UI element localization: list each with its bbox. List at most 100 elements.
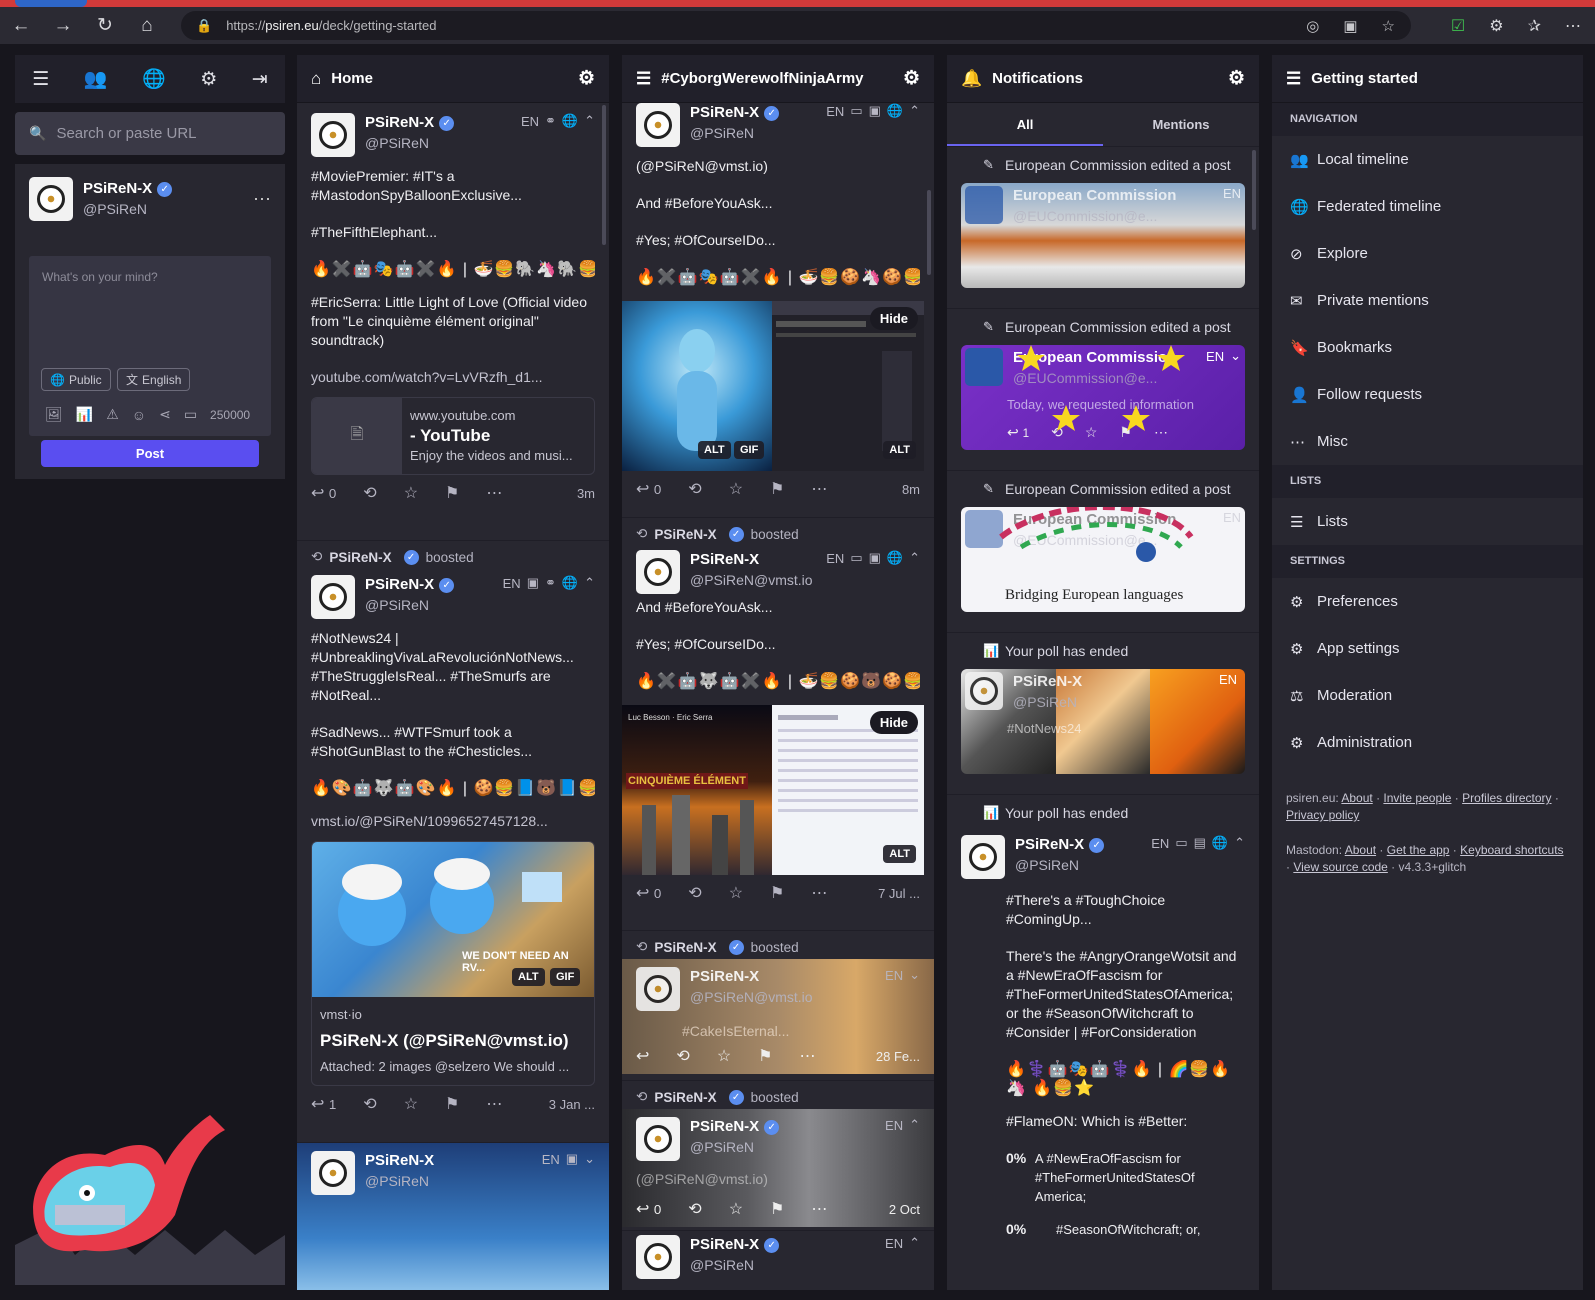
nav-lists[interactable]: ☰ Lists: [1272, 498, 1583, 545]
collapse-icon[interactable]: ⌃: [584, 575, 595, 591]
about-link[interactable]: About: [1341, 791, 1372, 805]
notification[interactable]: ✎ European Commission edited a post Europ…: [947, 309, 1259, 471]
column-header[interactable]: ☰ #CyborgWerewolfNinjaArmy ⚙: [622, 55, 934, 103]
nav-moderation[interactable]: ⚖ Moderation: [1272, 672, 1583, 719]
logout-icon[interactable]: ⇥: [252, 68, 268, 91]
nav-local-timeline[interactable]: 👥 Local timeline: [1272, 136, 1583, 183]
avatar[interactable]: [311, 1151, 355, 1195]
more-icon[interactable]: ⋯: [253, 189, 271, 210]
collapse-icon[interactable]: ⌃: [584, 113, 595, 129]
building-image[interactable]: European Commission @EUCommission@e... EN: [961, 183, 1245, 288]
nav-follow-requests[interactable]: 👤 Follow requests: [1272, 371, 1583, 418]
status[interactable]: ⟲ PSiReN-X ✓ boosted PSiReN-X ✓ @PSiReN EN ⌃ (…: [622, 1081, 934, 1231]
extensions-icon[interactable]: ⚙: [1489, 16, 1503, 36]
nav-app-settings[interactable]: ⚙ App settings: [1272, 625, 1583, 672]
status[interactable]: PSiReN-X ✓ @PSiReN EN ⚭ 🌐 ⌃ #MoviePremier: #I…: [297, 103, 609, 541]
notification[interactable]: ✎ European Commission edited a post Europ…: [947, 147, 1259, 309]
timestamp[interactable]: 3 Jan ...: [549, 1097, 595, 1112]
diva-image[interactable]: ALT GIF: [622, 301, 772, 471]
reader-icon[interactable]: ▣: [1343, 17, 1357, 35]
bookmark-icon[interactable]: ⚑: [770, 1199, 784, 1219]
bookmark-icon[interactable]: ⚑: [770, 883, 784, 903]
post-button[interactable]: Post: [41, 440, 259, 467]
hide-media-button[interactable]: Hide: [869, 711, 918, 734]
status[interactable]: PSiReN-X ✓ @PSiReN EN ⌃: [622, 1231, 934, 1290]
stars-image[interactable]: European Commission @EUCommission@e... EN…: [961, 345, 1245, 450]
bookmark-icon[interactable]: ⚑: [758, 1046, 772, 1066]
column-header[interactable]: ⌂ Home ⚙: [297, 55, 609, 103]
reply-icon[interactable]: ↩ 1: [1007, 424, 1029, 441]
hide-media-button[interactable]: Hide: [869, 307, 918, 330]
timestamp[interactable]: 8m: [902, 482, 920, 497]
reply-all-icon[interactable]: ↩ 0: [636, 883, 661, 903]
wolves-image[interactable]: PSiReN-X @PSiReN EN #NotNews24: [961, 669, 1245, 774]
timestamp[interactable]: 3m: [577, 486, 595, 501]
privacy-link[interactable]: Privacy policy: [1286, 808, 1359, 822]
warning-icon[interactable]: ⚠: [106, 406, 119, 423]
cogs-icon[interactable]: ⚙: [200, 68, 217, 91]
tab-all[interactable]: All: [947, 103, 1103, 146]
favourite-icon[interactable]: ☆: [404, 1094, 418, 1114]
collapse-icon[interactable]: ⌃: [1234, 835, 1245, 851]
share-icon[interactable]: ⋖: [159, 406, 171, 423]
collapse-icon[interactable]: ⌃: [909, 103, 920, 119]
more-icon[interactable]: ⋯: [800, 1046, 816, 1066]
more-icon[interactable]: ⋯: [486, 1094, 502, 1114]
avatar[interactable]: [636, 1235, 680, 1279]
reply-icon[interactable]: ↩ 0: [311, 483, 336, 503]
favourite-icon[interactable]: ☆: [729, 479, 743, 499]
reply-all-icon[interactable]: ↩ 1: [311, 1094, 336, 1114]
post-link[interactable]: vmst.io/@PSiReN/10996527457128...: [311, 812, 595, 831]
avatar[interactable]: [965, 672, 1003, 710]
favourite-icon[interactable]: ☆: [729, 883, 743, 903]
notification[interactable]: ✎ European Commission edited a post Europ…: [947, 471, 1259, 633]
alt-badge[interactable]: ALT: [512, 968, 545, 986]
tracking-protection-icon[interactable]: ◎: [1306, 17, 1319, 35]
menu-icon[interactable]: ⋯: [1565, 16, 1581, 36]
search-input[interactable]: 🔍 Search or paste URL: [15, 112, 285, 155]
bookmark-star-icon[interactable]: ☆: [1382, 17, 1395, 35]
boost-icon[interactable]: ⟲: [688, 479, 701, 499]
hamburger-icon[interactable]: ☰: [32, 68, 49, 91]
about-link[interactable]: About: [1345, 843, 1376, 857]
keyboard-shortcuts-link[interactable]: Keyboard shortcuts: [1460, 843, 1563, 857]
bookmark-icon[interactable]: ⚑: [445, 1094, 459, 1114]
collapse-icon[interactable]: ⌃: [909, 550, 920, 566]
visibility-button[interactable]: 🌐 Public: [41, 368, 111, 391]
city-image[interactable]: PSiReN-X ✓ @PSiReN EN ⌃ (@PSiReN@vmst.io) ↩…: [622, 1109, 934, 1227]
notification[interactable]: 📊 Your poll has ended PSiReN-X @PSiReN EN …: [947, 633, 1259, 795]
alt-badge[interactable]: ALT: [883, 845, 916, 863]
link-card[interactable]: 🗎 www.youtube.com - YouTube Enjoy the vide…: [311, 397, 595, 475]
more-icon[interactable]: ⋯: [811, 1199, 827, 1219]
profiles-link[interactable]: Profiles directory: [1462, 791, 1551, 805]
collapse-icon[interactable]: ⌄: [909, 967, 920, 983]
column-header[interactable]: ☰ Getting started: [1272, 55, 1583, 103]
settings-gear-icon[interactable]: ⚙: [578, 67, 595, 90]
timestamp[interactable]: 7 Jul ...: [878, 886, 920, 901]
favourite-icon[interactable]: ☆: [404, 483, 418, 503]
settings-gear-icon[interactable]: ⚙: [1228, 67, 1245, 90]
video-screenshot-image[interactable]: Hide ALT: [772, 301, 924, 471]
reply-icon[interactable]: ↩: [636, 1046, 649, 1066]
bookmark-icon[interactable]: ⚑: [770, 479, 784, 499]
people-icon[interactable]: 👥: [84, 67, 108, 91]
avatar[interactable]: [311, 113, 355, 157]
alt-badge[interactable]: ALT: [698, 441, 731, 459]
avatar[interactable]: [311, 575, 355, 619]
avatar[interactable]: [636, 550, 680, 594]
nav-preferences[interactable]: ⚙ Preferences: [1272, 578, 1583, 625]
collapse-icon[interactable]: ⌄: [584, 1151, 595, 1167]
more-icon[interactable]: ⋯: [1154, 424, 1168, 441]
boost-icon[interactable]: ⟲: [363, 483, 376, 503]
avatar[interactable]: [636, 103, 680, 147]
boost-icon[interactable]: ⟲: [676, 1046, 689, 1066]
collapse-icon[interactable]: ⌄: [1230, 348, 1241, 364]
link-card[interactable]: WE DON'T NEED AN RV... ALT GIF vmst·io PS…: [311, 841, 595, 1086]
collapse-icon[interactable]: ⌃: [909, 1235, 920, 1251]
nav-federated-timeline[interactable]: 🌐 Federated timeline: [1272, 183, 1583, 230]
avatar[interactable]: [636, 1117, 680, 1161]
movie-poster-image[interactable]: Luc Besson · Eric Serra CINQUIÈME ÉLÉMEN…: [622, 705, 772, 875]
avatar[interactable]: [29, 177, 73, 221]
language-button[interactable]: 文 English: [117, 368, 191, 391]
favorites-icon[interactable]: ✰: [1528, 16, 1541, 36]
